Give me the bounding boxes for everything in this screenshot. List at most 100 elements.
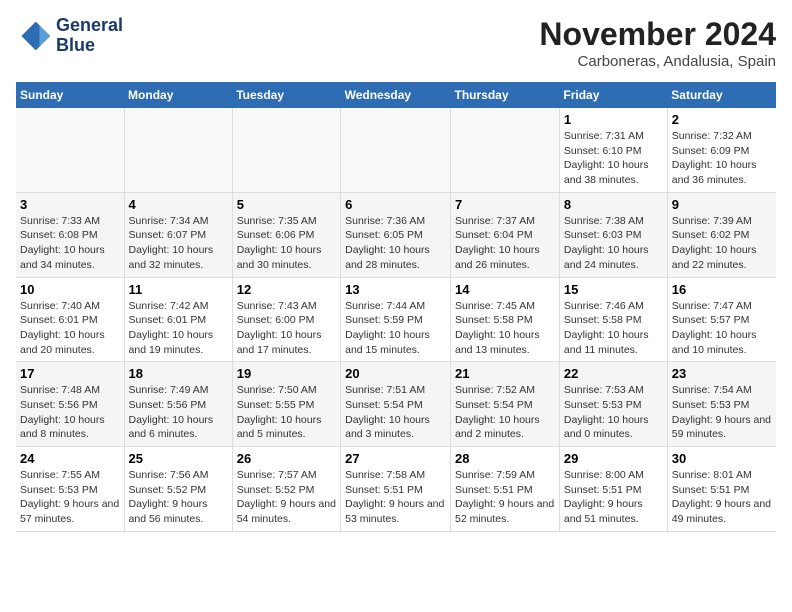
- day-info: Sunrise: 7:55 AM Sunset: 5:53 PM Dayligh…: [20, 468, 120, 527]
- day-number: 15: [564, 282, 663, 297]
- calendar-table: SundayMondayTuesdayWednesdayThursdayFrid…: [16, 82, 776, 532]
- calendar-cell: 11 Sunrise: 7:42 AM Sunset: 6:01 PM Dayli…: [124, 277, 232, 362]
- calendar-cell: 1 Sunrise: 7:31 AM Sunset: 6:10 PM Daylig…: [559, 108, 667, 192]
- day-number: 24: [20, 451, 120, 466]
- weekday-header: Saturday: [667, 82, 776, 108]
- day-number: 18: [129, 366, 228, 381]
- location-title: Carboneras, Andalusia, Spain: [539, 53, 776, 70]
- calendar-cell: 28 Sunrise: 7:59 AM Sunset: 5:51 PM Dayli…: [451, 447, 560, 532]
- day-info: Sunrise: 7:58 AM Sunset: 5:51 PM Dayligh…: [345, 468, 446, 527]
- day-number: 21: [455, 366, 555, 381]
- day-number: 4: [129, 197, 228, 212]
- day-info: Sunrise: 7:34 AM Sunset: 6:07 PM Dayligh…: [129, 214, 228, 273]
- calendar-cell: 18 Sunrise: 7:49 AM Sunset: 5:56 PM Dayli…: [124, 362, 232, 447]
- calendar-cell: 27Sunrise: 7:58 AM Sunset: 5:51 PM Dayli…: [341, 447, 451, 532]
- month-title: November 2024: [539, 16, 776, 53]
- calendar-cell: 5Sunrise: 7:35 AM Sunset: 6:06 PM Daylig…: [232, 192, 340, 277]
- calendar-cell: 6 Sunrise: 7:36 AM Sunset: 6:05 PM Daylig…: [341, 192, 451, 277]
- day-info: Sunrise: 7:31 AM Sunset: 6:10 PM Dayligh…: [564, 129, 663, 188]
- day-number: 7: [455, 197, 555, 212]
- calendar-cell: 3 Sunrise: 7:33 AM Sunset: 6:08 PM Daylig…: [16, 192, 124, 277]
- calendar-cell: 8 Sunrise: 7:38 AM Sunset: 6:03 PM Daylig…: [559, 192, 667, 277]
- day-info: Sunrise: 7:45 AM Sunset: 5:58 PM Dayligh…: [455, 299, 555, 358]
- day-info: Sunrise: 7:33 AM Sunset: 6:08 PM Dayligh…: [20, 214, 120, 273]
- day-info: Sunrise: 7:32 AM Sunset: 6:09 PM Dayligh…: [672, 129, 772, 188]
- day-info: Sunrise: 7:38 AM Sunset: 6:03 PM Dayligh…: [564, 214, 663, 273]
- day-info: Sunrise: 7:44 AM Sunset: 5:59 PM Dayligh…: [345, 299, 446, 358]
- calendar-cell: 2 Sunrise: 7:32 AM Sunset: 6:09 PM Daylig…: [667, 108, 776, 192]
- day-info: Sunrise: 7:35 AM Sunset: 6:06 PM Dayligh…: [237, 214, 336, 273]
- day-info: Sunrise: 7:56 AM Sunset: 5:52 PM Dayligh…: [129, 468, 228, 527]
- calendar-cell: 24 Sunrise: 7:55 AM Sunset: 5:53 PM Dayli…: [16, 447, 124, 532]
- calendar-cell: 30 Sunrise: 8:01 AM Sunset: 5:51 PM Dayli…: [667, 447, 776, 532]
- day-info: Sunrise: 7:52 AM Sunset: 5:54 PM Dayligh…: [455, 383, 555, 442]
- calendar-cell: 29Sunrise: 8:00 AM Sunset: 5:51 PM Dayli…: [559, 447, 667, 532]
- day-info: Sunrise: 7:59 AM Sunset: 5:51 PM Dayligh…: [455, 468, 555, 527]
- weekday-header: Wednesday: [341, 82, 451, 108]
- weekday-header: Thursday: [451, 82, 560, 108]
- calendar-cell: [232, 108, 340, 192]
- day-number: 6: [345, 197, 446, 212]
- calendar-cell: 21 Sunrise: 7:52 AM Sunset: 5:54 PM Dayli…: [451, 362, 560, 447]
- calendar-cell: 25Sunrise: 7:56 AM Sunset: 5:52 PM Dayli…: [124, 447, 232, 532]
- weekday-header-row: SundayMondayTuesdayWednesdayThursdayFrid…: [16, 82, 776, 108]
- day-info: Sunrise: 7:51 AM Sunset: 5:54 PM Dayligh…: [345, 383, 446, 442]
- day-info: Sunrise: 7:46 AM Sunset: 5:58 PM Dayligh…: [564, 299, 663, 358]
- day-number: 20: [345, 366, 446, 381]
- day-info: Sunrise: 7:54 AM Sunset: 5:53 PM Dayligh…: [672, 383, 772, 442]
- day-info: Sunrise: 7:37 AM Sunset: 6:04 PM Dayligh…: [455, 214, 555, 273]
- day-number: 13: [345, 282, 446, 297]
- day-number: 2: [672, 112, 772, 127]
- weekday-header: Monday: [124, 82, 232, 108]
- day-number: 11: [129, 282, 228, 297]
- calendar-cell: 17 Sunrise: 7:48 AM Sunset: 5:56 PM Dayli…: [16, 362, 124, 447]
- calendar-cell: [124, 108, 232, 192]
- calendar-week-row: 10 Sunrise: 7:40 AM Sunset: 6:01 PM Dayli…: [16, 277, 776, 362]
- day-info: Sunrise: 7:40 AM Sunset: 6:01 PM Dayligh…: [20, 299, 120, 358]
- day-number: 8: [564, 197, 663, 212]
- day-info: Sunrise: 7:43 AM Sunset: 6:00 PM Dayligh…: [237, 299, 336, 358]
- calendar-cell: 20 Sunrise: 7:51 AM Sunset: 5:54 PM Dayli…: [341, 362, 451, 447]
- day-number: 28: [455, 451, 555, 466]
- weekday-header: Tuesday: [232, 82, 340, 108]
- day-number: 3: [20, 197, 120, 212]
- calendar-cell: 22Sunrise: 7:53 AM Sunset: 5:53 PM Dayli…: [559, 362, 667, 447]
- title-section: November 2024 Carboneras, Andalusia, Spa…: [539, 16, 776, 70]
- logo-text: General Blue: [56, 16, 123, 56]
- calendar-week-row: 24 Sunrise: 7:55 AM Sunset: 5:53 PM Dayli…: [16, 447, 776, 532]
- day-number: 23: [672, 366, 772, 381]
- calendar-cell: 7 Sunrise: 7:37 AM Sunset: 6:04 PM Daylig…: [451, 192, 560, 277]
- calendar-cell: [341, 108, 451, 192]
- calendar-cell: 26Sunrise: 7:57 AM Sunset: 5:52 PM Dayli…: [232, 447, 340, 532]
- day-number: 17: [20, 366, 120, 381]
- day-info: Sunrise: 7:48 AM Sunset: 5:56 PM Dayligh…: [20, 383, 120, 442]
- day-number: 9: [672, 197, 772, 212]
- day-number: 10: [20, 282, 120, 297]
- day-number: 16: [672, 282, 772, 297]
- day-info: Sunrise: 7:49 AM Sunset: 5:56 PM Dayligh…: [129, 383, 228, 442]
- logo-icon: [16, 18, 52, 54]
- day-info: Sunrise: 7:36 AM Sunset: 6:05 PM Dayligh…: [345, 214, 446, 273]
- calendar-week-row: 1 Sunrise: 7:31 AM Sunset: 6:10 PM Daylig…: [16, 108, 776, 192]
- day-number: 30: [672, 451, 772, 466]
- calendar-cell: 4 Sunrise: 7:34 AM Sunset: 6:07 PM Daylig…: [124, 192, 232, 277]
- calendar-cell: [451, 108, 560, 192]
- calendar-cell: 12Sunrise: 7:43 AM Sunset: 6:00 PM Dayli…: [232, 277, 340, 362]
- header: General Blue November 2024 Carboneras, A…: [16, 16, 776, 70]
- calendar-week-row: 17 Sunrise: 7:48 AM Sunset: 5:56 PM Dayli…: [16, 362, 776, 447]
- calendar-cell: [16, 108, 124, 192]
- day-number: 19: [237, 366, 336, 381]
- calendar-cell: 10 Sunrise: 7:40 AM Sunset: 6:01 PM Dayli…: [16, 277, 124, 362]
- calendar-cell: 23 Sunrise: 7:54 AM Sunset: 5:53 PM Dayli…: [667, 362, 776, 447]
- day-info: Sunrise: 7:42 AM Sunset: 6:01 PM Dayligh…: [129, 299, 228, 358]
- day-info: Sunrise: 8:01 AM Sunset: 5:51 PM Dayligh…: [672, 468, 772, 527]
- weekday-header: Friday: [559, 82, 667, 108]
- logo: General Blue: [16, 16, 123, 56]
- day-info: Sunrise: 7:39 AM Sunset: 6:02 PM Dayligh…: [672, 214, 772, 273]
- day-number: 14: [455, 282, 555, 297]
- calendar-week-row: 3 Sunrise: 7:33 AM Sunset: 6:08 PM Daylig…: [16, 192, 776, 277]
- calendar-cell: 13 Sunrise: 7:44 AM Sunset: 5:59 PM Dayli…: [341, 277, 451, 362]
- day-number: 26: [237, 451, 336, 466]
- day-number: 1: [564, 112, 663, 127]
- day-info: Sunrise: 7:50 AM Sunset: 5:55 PM Dayligh…: [237, 383, 336, 442]
